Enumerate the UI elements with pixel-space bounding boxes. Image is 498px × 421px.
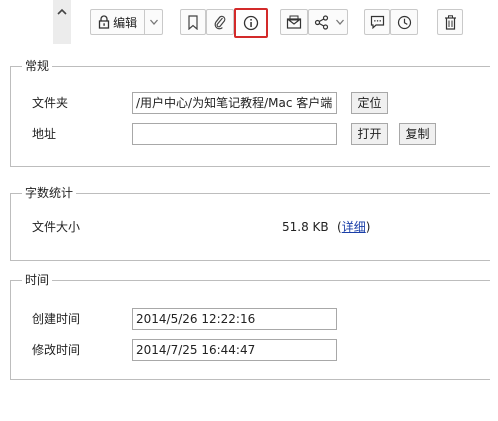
edit-label: 编辑 (113, 15, 138, 30)
scroll-up-strip[interactable] (53, 0, 71, 44)
edit-split-button: 编辑 (90, 9, 163, 35)
share-icon (314, 14, 328, 30)
info-button[interactable] (234, 8, 268, 38)
created-label: 创建时间 (32, 312, 81, 326)
info-icon (243, 15, 259, 31)
general-group: 常规 文件夹 /用户中心/为知笔记教程/Mac 客户端 定位 地址 打开 复制 (10, 59, 490, 167)
trash-icon (444, 14, 456, 30)
bookmark-icon (188, 14, 198, 30)
comment-button[interactable] (364, 9, 390, 35)
edit-button[interactable]: 编辑 (91, 10, 144, 34)
history-button[interactable] (390, 9, 418, 35)
details-link-group: (详细) (337, 220, 370, 235)
email-button[interactable] (280, 9, 308, 35)
comment-icon (370, 15, 384, 29)
share-dropdown-button[interactable] (333, 10, 347, 34)
stats-title: 字数统计 (22, 186, 77, 201)
folder-label: 文件夹 (32, 96, 69, 110)
time-title: 时间 (22, 273, 53, 288)
url-field[interactable] (132, 123, 337, 145)
envelope-icon (286, 15, 302, 29)
locate-button[interactable]: 定位 (351, 92, 388, 114)
up-arrow-icon[interactable] (56, 7, 68, 17)
attachment-button[interactable] (206, 9, 234, 35)
clock-icon (397, 15, 411, 29)
lock-icon (98, 15, 110, 29)
share-button[interactable] (309, 10, 333, 34)
edit-dropdown-button[interactable] (145, 10, 162, 34)
folder-field[interactable]: /用户中心/为知笔记教程/Mac 客户端 (132, 92, 337, 114)
toolbar: 编辑 (0, 0, 498, 44)
chevron-down-icon (149, 19, 158, 25)
copy-button[interactable]: 复制 (399, 123, 436, 145)
time-group: 时间 创建时间 2014/5/26 12:22:16 修改时间 2014/7/2… (10, 273, 490, 380)
modified-label: 修改时间 (32, 343, 81, 357)
modified-time-field[interactable]: 2014/7/25 16:44:47 (132, 339, 337, 361)
open-button[interactable]: 打开 (351, 123, 388, 145)
url-label: 地址 (32, 127, 57, 141)
details-close-paren: ) (365, 220, 371, 234)
chevron-down-icon (336, 19, 344, 25)
stats-group: 字数统计 文件大小 51.8 KB (详细) (10, 186, 490, 261)
details-link[interactable]: 详细 (342, 220, 366, 234)
bookmark-button[interactable] (180, 9, 206, 35)
paperclip-icon (214, 15, 226, 30)
file-size-value: 51.8 KB (282, 220, 329, 234)
share-split-button (308, 9, 348, 35)
created-time-field[interactable]: 2014/5/26 12:22:16 (132, 308, 337, 330)
delete-button[interactable] (437, 9, 463, 35)
file-size-label: 文件大小 (32, 220, 81, 234)
general-title: 常规 (22, 59, 53, 74)
